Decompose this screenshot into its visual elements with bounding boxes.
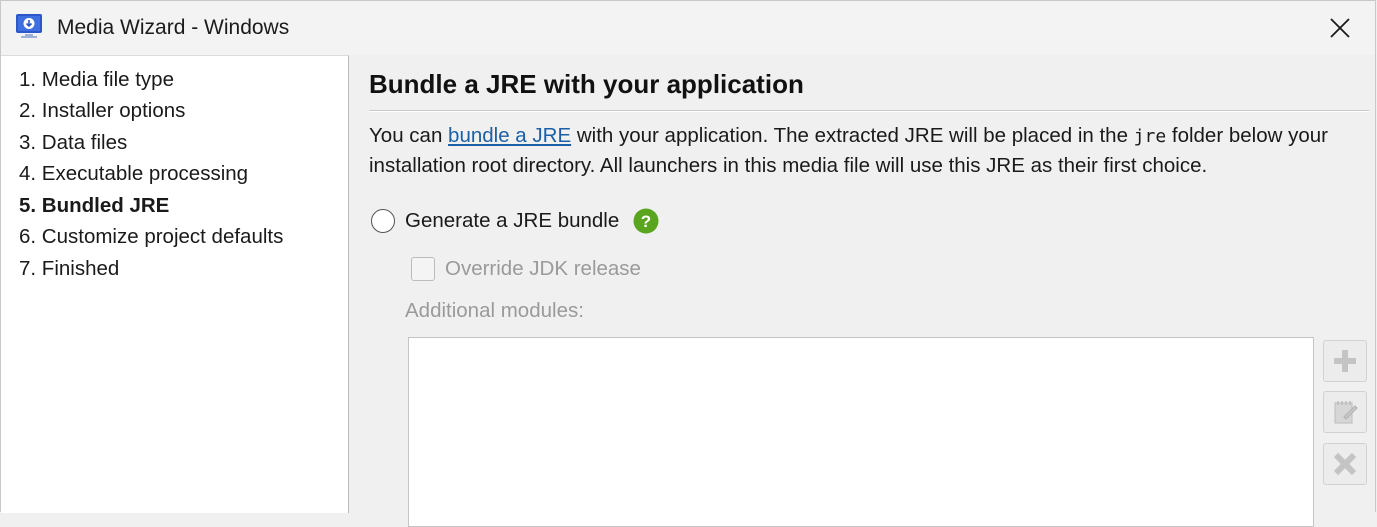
close-button[interactable] [1305, 1, 1375, 55]
nav-step-installer-options[interactable]: 2. Installer options [19, 99, 185, 123]
svg-text:?: ? [641, 212, 651, 231]
generate-jre-bundle-label[interactable]: Generate a JRE bundle [405, 209, 619, 233]
remove-module-button[interactable] [1323, 443, 1367, 485]
additional-modules-label: Additional modules: [405, 299, 584, 322]
heading-divider [369, 110, 1369, 112]
additional-modules-list[interactable] [408, 337, 1314, 527]
window-title: Media Wizard - Windows [57, 16, 290, 39]
nav-step-customize-project-defaults[interactable]: 6. Customize project defaults [19, 225, 283, 249]
wizard-steps-nav: 1. Media file type 2. Installer options … [1, 55, 349, 513]
nav-step-executable-processing[interactable]: 4. Executable processing [19, 162, 248, 186]
description-middle: with your application. The extracted JRE… [571, 124, 1134, 147]
help-icon[interactable]: ? [633, 208, 659, 234]
media-wizard-icon [16, 14, 42, 38]
description-text: You can bundle a JRE with your applicati… [369, 121, 1369, 180]
nav-step-finished[interactable]: 7. Finished [19, 257, 119, 281]
nav-step-media-file-type[interactable]: 1. Media file type [19, 68, 174, 92]
add-icon [1334, 350, 1356, 372]
step-content: Bundle a JRE with your application You c… [349, 55, 1375, 527]
generate-jre-bundle-option[interactable]: Generate a JRE bundle ? [371, 207, 659, 235]
override-jdk-release-checkbox[interactable] [411, 257, 435, 281]
override-jdk-release-option[interactable]: Override JDK release [411, 255, 641, 283]
edit-module-button[interactable] [1323, 391, 1367, 433]
edit-icon [1334, 401, 1358, 424]
nav-step-data-files[interactable]: 3. Data files [19, 131, 127, 155]
remove-icon [1333, 452, 1357, 476]
description-prefix: You can [369, 124, 449, 147]
jre-folder-code: jre [1133, 126, 1167, 147]
title-bar: Media Wizard - Windows [1, 1, 1375, 55]
add-module-button[interactable] [1323, 340, 1367, 382]
close-icon [1330, 18, 1350, 38]
page-title: Bundle a JRE with your application [369, 69, 804, 99]
override-jdk-release-label: Override JDK release [445, 257, 641, 280]
nav-step-bundled-jre[interactable]: 5. Bundled JRE [19, 194, 169, 218]
generate-jre-bundle-radio[interactable] [371, 209, 395, 233]
wizard-window: Media Wizard - Windows 1. Media file typ… [0, 0, 1376, 527]
bundle-jre-link[interactable]: bundle a JRE [448, 124, 571, 147]
